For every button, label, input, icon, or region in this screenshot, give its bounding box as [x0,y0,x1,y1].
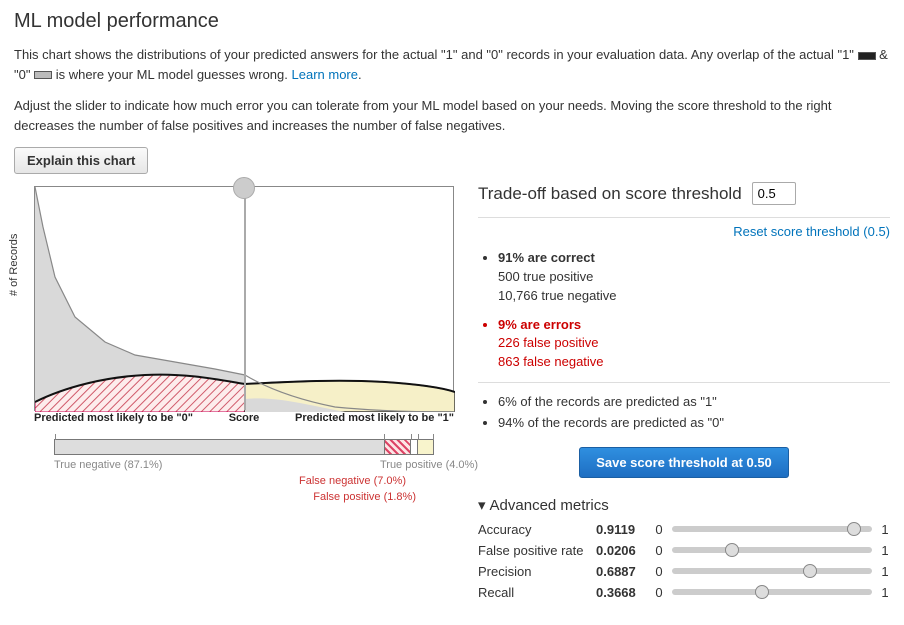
correct-list: 91% are correct 500 true positive 10,766… [484,249,890,306]
intro-text-1a: This chart shows the distributions of yo… [14,47,858,62]
intro-text-1c: is where your ML model guesses wrong. [56,67,292,82]
threshold-line [244,187,246,410]
metric-slider[interactable] [672,568,872,574]
metric-min: 0 [654,543,664,558]
errors-head: 9% are errors [498,317,581,332]
metric-label: Precision [478,564,588,579]
intro-text-1d: . [358,67,362,82]
metric-max: 1 [880,543,890,558]
metric-row-accuracy: Accuracy 0.9119 0 1 [478,522,890,537]
threshold-slider-handle[interactable] [233,177,255,199]
prediction-split-list: 6% of the records are predicted as "1" 9… [484,393,890,433]
reset-threshold-link[interactable]: Reset score threshold (0.5) [733,224,890,239]
metric-value: 0.6887 [596,564,646,579]
segment-true-positive [417,440,432,454]
metric-slider-thumb[interactable] [725,543,739,557]
intro-paragraph-1: This chart shows the distributions of yo… [14,45,890,84]
advanced-metrics-panel: Accuracy 0.9119 0 1 False positive rate 0.020… [478,522,890,600]
caret-down-icon: ▾ [478,496,486,514]
label-false-positive: False positive (1.8%) [313,491,416,503]
actual-1-swatch [858,52,876,60]
predicted-1-pct: 6% of the records are predicted as "1" [498,393,890,412]
metric-value: 0.0206 [596,543,646,558]
metric-row-recall: Recall 0.3668 0 1 [478,585,890,600]
errors-list: 9% are errors 226 false positive 863 fal… [484,316,890,373]
axis-left-label: Predicted most likely to be "0" [34,411,214,425]
true-negative-count: 10,766 true negative [498,288,617,303]
metric-slider-thumb[interactable] [803,564,817,578]
y-axis-label: # of Records [8,234,20,296]
explain-chart-button[interactable]: Explain this chart [14,147,148,174]
metric-min: 0 [654,564,664,579]
confusion-bar [54,439,434,455]
label-true-negative: True negative (87.1%) [54,459,162,471]
metric-max: 1 [880,585,890,600]
label-false-negative: False negative (7.0%) [299,475,406,487]
metric-label: Recall [478,585,588,600]
segment-false-positive [411,440,418,454]
metric-label: False positive rate [478,543,588,558]
predicted-0-pct: 94% of the records are predicted as "0" [498,414,890,433]
axis-right-label: Predicted most likely to be "1" [274,411,454,425]
segment-true-negative [55,440,384,454]
advanced-metrics-toggle[interactable]: ▾Advanced metrics [478,496,890,514]
metric-label: Accuracy [478,522,588,537]
false-positive-count: 226 false positive [498,335,598,350]
metric-slider[interactable] [672,526,872,532]
metric-value: 0.9119 [596,522,646,537]
metric-max: 1 [880,564,890,579]
learn-more-link[interactable]: Learn more [292,67,358,82]
actual-0-swatch [34,71,52,79]
segment-false-negative [384,440,410,454]
metric-slider[interactable] [672,547,872,553]
metric-min: 0 [654,522,664,537]
metric-slider[interactable] [672,589,872,595]
metric-slider-thumb[interactable] [755,585,769,599]
advanced-metrics-label: Advanced metrics [490,497,609,514]
save-threshold-button[interactable]: Save score threshold at 0.50 [579,447,789,478]
axis-center-label: Score [214,411,274,425]
metric-slider-thumb[interactable] [847,522,861,536]
page-title: ML model performance [14,10,890,33]
metric-max: 1 [880,522,890,537]
distribution-chart[interactable] [34,186,454,411]
intro-paragraph-2: Adjust the slider to indicate how much e… [14,96,890,135]
false-negative-count: 863 false negative [498,354,604,369]
metric-row-false-positive-rate: False positive rate 0.0206 0 1 [478,543,890,558]
correct-head: 91% are correct [498,250,595,265]
true-positive-count: 500 true positive [498,269,593,284]
metric-min: 0 [654,585,664,600]
threshold-input[interactable] [752,182,796,205]
metric-row-precision: Precision 0.6887 0 1 [478,564,890,579]
metric-value: 0.3668 [596,585,646,600]
tradeoff-label: Trade-off based on score threshold [478,184,742,204]
label-true-positive: True positive (4.0%) [380,459,478,471]
